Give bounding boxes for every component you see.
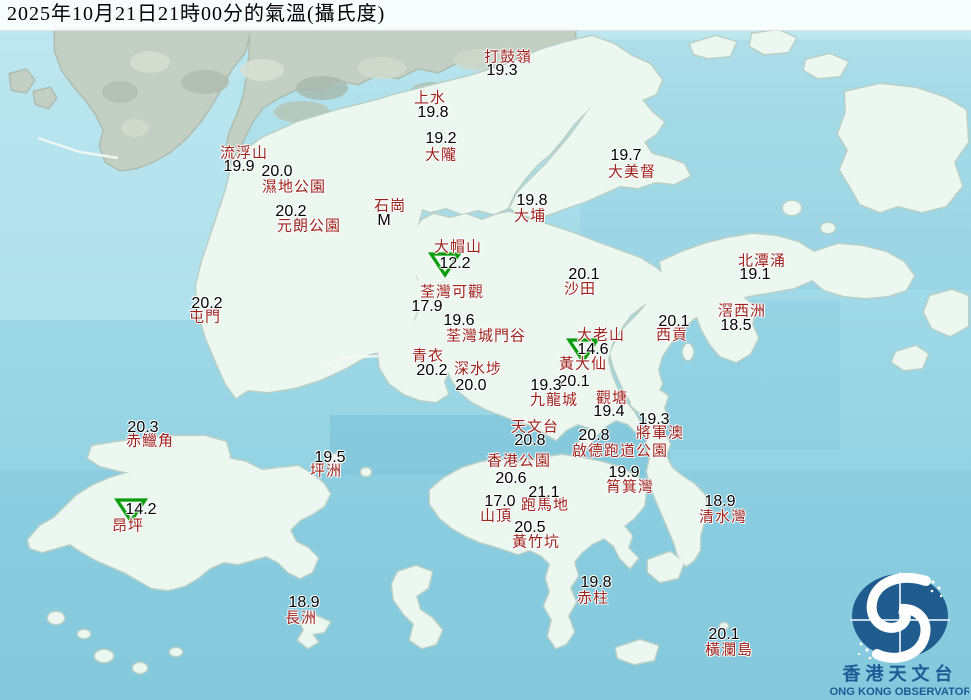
station-value: 20.1 bbox=[568, 266, 600, 283]
title-bar: 2025年10月21日21時00分的氣溫(攝氏度) bbox=[0, 0, 971, 31]
station-value: 14.2 bbox=[125, 501, 157, 518]
station-value: 19.7 bbox=[610, 147, 642, 164]
station-value: 19.6 bbox=[443, 312, 475, 329]
station-value: M bbox=[377, 212, 391, 229]
station-value: 19.2 bbox=[425, 130, 457, 147]
station-value: 19.5 bbox=[314, 449, 346, 466]
station-value: 19.3 bbox=[530, 377, 562, 394]
station-value: 17.9 bbox=[411, 298, 443, 315]
station-name: 香港公園 bbox=[486, 451, 552, 470]
station-value: 18.5 bbox=[720, 317, 752, 334]
logo-name-en: HONG KONG OBSERVATORY bbox=[829, 686, 969, 698]
station-value: 19.8 bbox=[580, 574, 612, 591]
temperature-map-screen: 打鼓嶺 19.3 上水 19.8 大隴 19.2 流浮山 19.9 濕地公園 2… bbox=[0, 0, 971, 700]
station-value: 19.9 bbox=[223, 158, 255, 175]
station-value: 20.1 bbox=[708, 626, 740, 643]
map-title: 2025年10月21日21時00分的氣溫(攝氏度) bbox=[7, 3, 386, 25]
station-value: 18.9 bbox=[704, 493, 736, 510]
station-value: 19.8 bbox=[417, 104, 449, 121]
station-value: 18.9 bbox=[288, 594, 320, 611]
station-value: 19.8 bbox=[516, 192, 548, 209]
station-value: 20.8 bbox=[578, 427, 610, 444]
station-value: 12.2 bbox=[439, 255, 471, 272]
station-value: 20.2 bbox=[191, 295, 223, 312]
station-name: 深水埗 bbox=[453, 359, 503, 378]
station-value: 19.1 bbox=[739, 266, 771, 283]
station-value: 17.0 bbox=[484, 493, 516, 510]
station-value: 20.2 bbox=[275, 203, 307, 220]
station-value: 20.2 bbox=[416, 362, 448, 379]
station-value: 20.1 bbox=[658, 313, 690, 330]
station-value: 20.5 bbox=[514, 519, 546, 536]
station-value: 19.9 bbox=[608, 464, 640, 481]
logo-name-cn: 香港天文台 bbox=[842, 663, 958, 685]
station-value: 20.3 bbox=[127, 419, 159, 436]
station-value: 21.1 bbox=[528, 484, 560, 501]
station-name: 黃大仙 bbox=[558, 354, 608, 373]
hko-logo: 香港天文台 HONG KONG OBSERVATORY bbox=[829, 572, 969, 698]
station-value: 19.3 bbox=[638, 411, 670, 428]
station-value: 20.6 bbox=[495, 470, 527, 487]
station-value: 19.4 bbox=[593, 403, 625, 420]
station-value: 20.8 bbox=[514, 432, 546, 449]
station-name: 大帽山 bbox=[433, 237, 483, 256]
stations-layer: 打鼓嶺 19.3 上水 19.8 大隴 19.2 流浮山 19.9 濕地公園 2… bbox=[0, 0, 971, 700]
station-value: 20.0 bbox=[455, 377, 487, 394]
station-value: 19.3 bbox=[486, 62, 518, 79]
station-value: 20.0 bbox=[261, 163, 293, 180]
